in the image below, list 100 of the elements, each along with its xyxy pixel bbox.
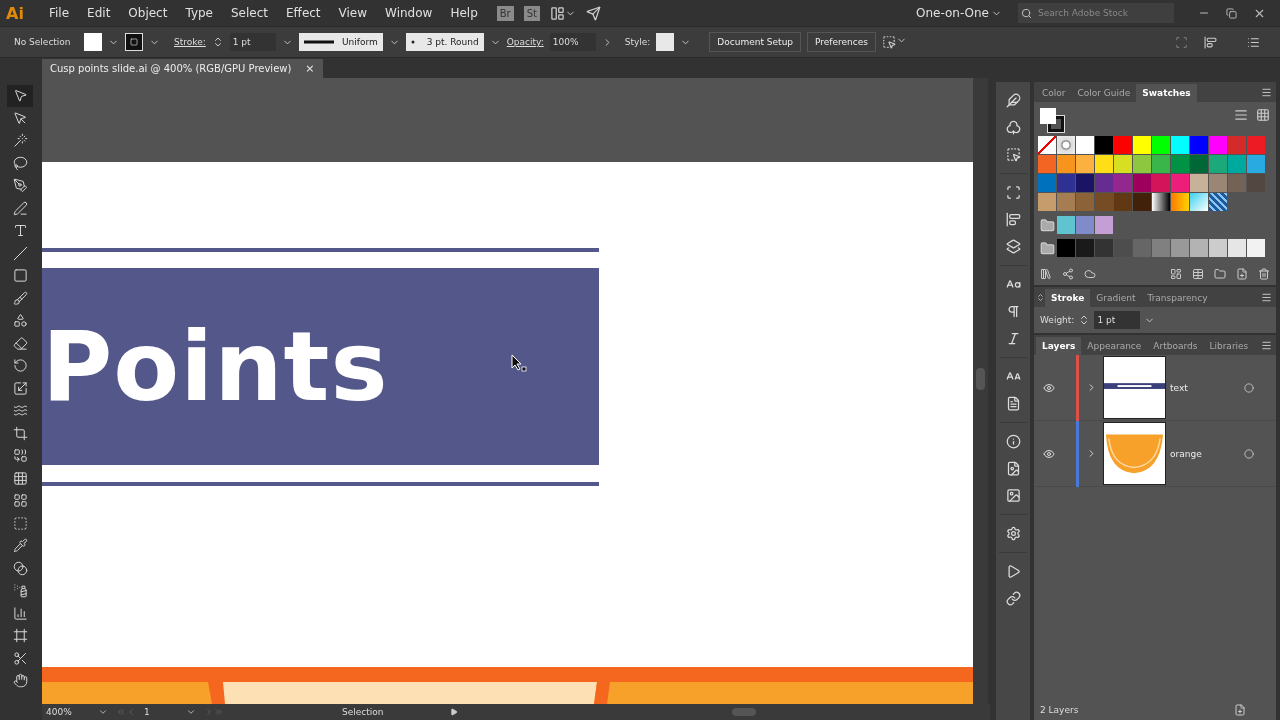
app-switcher-button[interactable]: St <box>523 5 540 21</box>
color-swatch[interactable] <box>1152 174 1170 192</box>
color-swatch[interactable] <box>1114 155 1132 173</box>
color-swatch[interactable] <box>1228 174 1246 192</box>
target-icon[interactable] <box>1244 448 1254 459</box>
color-swatch[interactable] <box>1038 174 1056 192</box>
toolbar-button[interactable]: Document Setup <box>709 32 802 52</box>
color-swatch[interactable] <box>1057 193 1075 211</box>
color-swatch[interactable] <box>1133 155 1151 173</box>
color-swatch[interactable] <box>1076 136 1094 154</box>
rocket-icon[interactable] <box>586 5 601 21</box>
menu-item[interactable]: File <box>40 6 79 20</box>
weight-field[interactable]: 1 pt <box>1094 311 1141 329</box>
color-swatch[interactable] <box>1076 155 1094 173</box>
panel-menu-icon[interactable] <box>1261 291 1272 303</box>
color-swatch[interactable] <box>1209 155 1227 173</box>
fill-swatch[interactable] <box>84 33 102 51</box>
toolbar-button[interactable]: Preferences <box>807 32 876 52</box>
layer-row[interactable]: text <box>1034 355 1276 421</box>
color-swatch[interactable] <box>1057 239 1075 257</box>
search-field[interactable]: Search Adobe Stock <box>1034 3 1174 23</box>
color-swatch[interactable] <box>1095 239 1113 257</box>
caret-icon[interactable] <box>186 707 196 717</box>
color-swatch[interactable] <box>1228 136 1246 154</box>
gradient-swatch[interactable] <box>1152 193 1170 211</box>
color-swatch[interactable] <box>1095 216 1113 234</box>
panel-tab[interactable]: Libraries <box>1203 337 1255 355</box>
color-swatch[interactable] <box>1247 155 1265 173</box>
color-swatch[interactable] <box>1038 193 1056 211</box>
panel-tab[interactable]: Layers <box>1036 337 1082 355</box>
arrow-pointer-icon[interactable] <box>7 85 33 107</box>
color-swatch[interactable] <box>1190 155 1208 173</box>
library-icon[interactable] <box>1040 268 1052 280</box>
brush-dropdown[interactable]: 3 pt. Round <box>405 33 484 51</box>
trash-icon[interactable] <box>1258 268 1270 280</box>
color-swatch[interactable] <box>1209 174 1227 192</box>
stroke-label[interactable]: Stroke: <box>174 37 206 47</box>
stepper-icon[interactable] <box>1036 292 1045 302</box>
color-swatch[interactable] <box>1133 193 1151 211</box>
color-swatch[interactable] <box>1114 136 1132 154</box>
panel-tab[interactable]: Swatches <box>1136 84 1197 102</box>
menu-item[interactable]: Help <box>441 6 487 20</box>
opacity-label[interactable]: Opacity: <box>506 37 544 47</box>
panel-tab[interactable]: Transparency <box>1141 289 1214 307</box>
zoom-dropdown[interactable]: 400% <box>46 707 90 717</box>
color-swatch[interactable] <box>1209 136 1227 154</box>
tab-close-button[interactable]: × <box>305 62 315 75</box>
menu-icon[interactable] <box>1247 35 1260 49</box>
color-swatch[interactable] <box>1228 239 1246 257</box>
menu-item[interactable]: Select <box>222 6 278 20</box>
workspace-switcher[interactable]: One-on-One <box>915 6 989 20</box>
stroke-profile-dropdown[interactable]: Uniform <box>298 33 383 51</box>
color-swatch[interactable] <box>1076 193 1094 211</box>
table-icon[interactable] <box>1192 268 1204 280</box>
color-swatch[interactable] <box>1114 239 1132 257</box>
color-swatch[interactable] <box>1190 136 1208 154</box>
color-swatch[interactable] <box>1095 174 1113 192</box>
panel-menu-icon[interactable] <box>1261 339 1272 351</box>
folder-icon[interactable] <box>1038 219 1056 231</box>
style-swatch[interactable] <box>656 33 675 51</box>
panel-tab[interactable]: Artboards <box>1147 337 1204 355</box>
color-swatch[interactable] <box>1057 174 1075 192</box>
color-swatch[interactable] <box>1038 155 1056 173</box>
play-icon[interactable] <box>450 708 458 716</box>
select-similar-icon[interactable] <box>882 35 907 49</box>
panel-tab[interactable]: Color Guide <box>1071 84 1137 102</box>
color-swatch[interactable] <box>1228 155 1246 173</box>
restore-icon[interactable] <box>1226 7 1237 19</box>
layout-icon[interactable] <box>550 5 576 21</box>
stroke-swatch[interactable] <box>125 33 143 51</box>
color-swatch[interactable] <box>1190 239 1208 257</box>
color-swatch[interactable] <box>1133 136 1151 154</box>
share-icon[interactable] <box>1062 268 1074 280</box>
target-icon[interactable] <box>1244 382 1254 393</box>
color-swatch[interactable] <box>1057 155 1075 173</box>
color-swatch[interactable] <box>1171 239 1189 257</box>
color-swatch[interactable] <box>1133 174 1151 192</box>
artboard-dropdown[interactable]: 1 <box>144 707 178 717</box>
registration-swatch[interactable] <box>1057 136 1075 154</box>
menu-item[interactable]: Object <box>119 6 177 20</box>
color-swatch[interactable] <box>1152 239 1170 257</box>
color-swatch[interactable] <box>1190 174 1208 192</box>
menu-item[interactable]: Effect <box>277 6 330 20</box>
color-swatch[interactable] <box>1114 193 1132 211</box>
pattern-swatch[interactable] <box>1209 193 1227 211</box>
search-icon[interactable] <box>1018 3 1034 23</box>
color-swatch[interactable] <box>1171 136 1189 154</box>
menu-item[interactable]: Type <box>176 6 222 20</box>
document-tab[interactable]: Cusp points slide.ai @ 400% (RGB/GPU Preview) × <box>42 59 323 78</box>
panel-tab[interactable]: Appearance <box>1081 337 1148 355</box>
app-switcher-button[interactable]: Br <box>496 5 514 21</box>
menu-item[interactable]: Window <box>376 6 442 20</box>
color-swatch[interactable] <box>1171 174 1189 192</box>
menu-item[interactable]: View <box>329 6 377 20</box>
panel-tab[interactable]: Color <box>1036 84 1072 102</box>
color-swatch[interactable] <box>1076 174 1094 192</box>
vertical-scrollbar[interactable] <box>973 78 988 704</box>
caret-icon[interactable] <box>98 707 108 717</box>
color-swatch[interactable] <box>1095 193 1113 211</box>
color-swatch[interactable] <box>1076 239 1094 257</box>
